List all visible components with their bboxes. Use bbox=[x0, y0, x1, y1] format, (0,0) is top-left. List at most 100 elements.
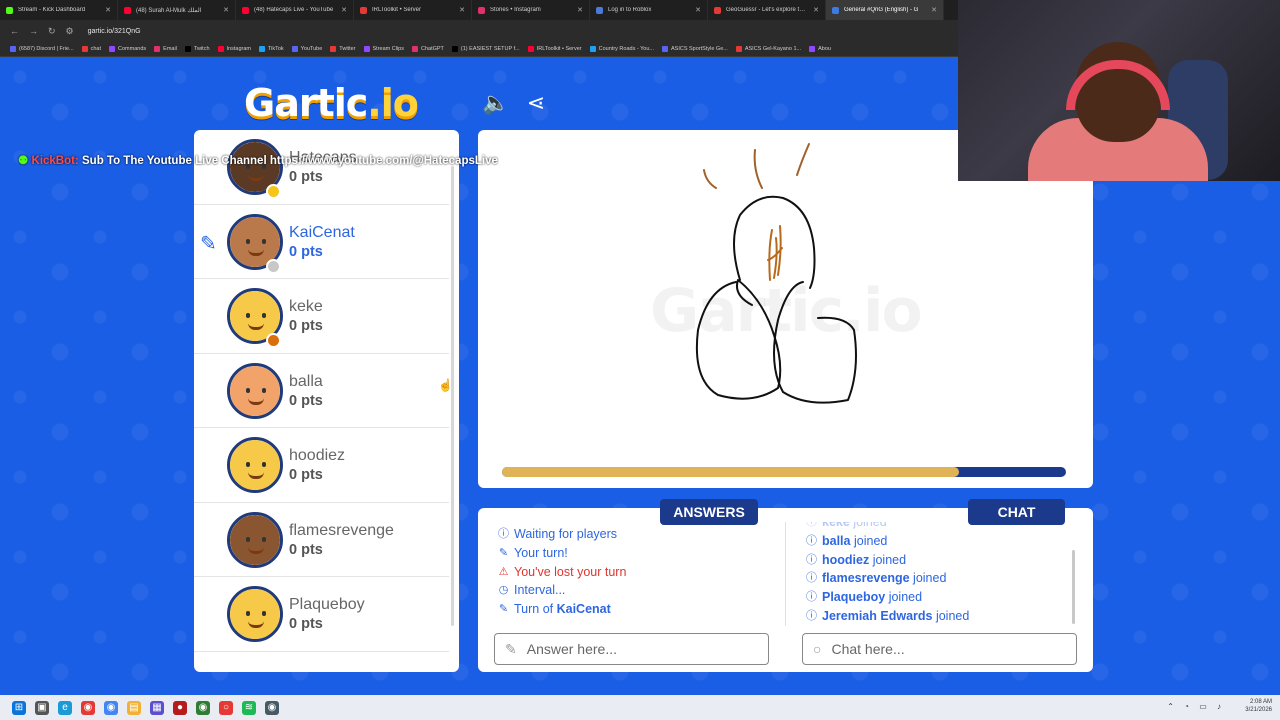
chat-player-name: keke bbox=[822, 522, 850, 529]
spotify-icon[interactable]: ≋ bbox=[242, 700, 256, 715]
player-row[interactable]: keke 0 pts bbox=[194, 279, 449, 354]
chat-join-text: joined bbox=[935, 608, 970, 623]
gartic-logo[interactable]: Gartic.io bbox=[244, 81, 419, 125]
player-row[interactable]: Hatecaps 0 pts bbox=[194, 130, 449, 205]
bookmark-item[interactable]: ASICS Gel-Kayano 1... bbox=[735, 46, 801, 52]
bookmark-item[interactable]: IRLToolkit • Server bbox=[527, 46, 582, 52]
answers-log-line: ✎ Turn of KaiCenat bbox=[498, 600, 626, 619]
drawing-stroke bbox=[703, 169, 717, 189]
player-points: 0 pts bbox=[289, 318, 323, 334]
folder-icon[interactable]: ▤ bbox=[127, 700, 141, 715]
avatar-eyes bbox=[246, 238, 266, 244]
bookmark-item[interactable]: chat bbox=[81, 46, 101, 52]
tab-close-icon[interactable]: ✕ bbox=[105, 6, 111, 14]
player-points: 0 pts bbox=[289, 243, 323, 260]
chat-join-text: joined bbox=[888, 590, 923, 605]
answers-log-text: You've lost your turn bbox=[514, 563, 626, 582]
browser-tab[interactable]: Stream - Kick Dashboard ✕ bbox=[0, 0, 118, 20]
bookmark-label: Twitter bbox=[339, 46, 356, 52]
task-view-icon[interactable]: ▣ bbox=[35, 700, 49, 715]
clock[interactable]: 2:08 AM 3/21/2026 bbox=[1245, 698, 1272, 714]
player-avatar bbox=[227, 586, 283, 642]
tab-close-icon[interactable]: ✕ bbox=[341, 6, 347, 14]
tab-close-icon[interactable]: ✕ bbox=[577, 6, 583, 14]
tab-close-icon[interactable]: ✕ bbox=[813, 6, 819, 14]
player-row[interactable]: ✎ KaiCenat 0 pts bbox=[194, 205, 449, 279]
avatar-eyes bbox=[246, 462, 266, 467]
bookmark-item[interactable]: ChatGPT bbox=[411, 46, 444, 52]
obs-icon[interactable]: ○ bbox=[219, 700, 233, 715]
chat-log-text: flamesrevenge joined bbox=[822, 569, 946, 588]
back-icon[interactable]: ← bbox=[10, 26, 19, 36]
bookmark-item[interactable]: Twitter bbox=[330, 46, 356, 52]
bookmark-item[interactable]: TikTok bbox=[258, 46, 284, 52]
bookmark-item[interactable]: YouTube bbox=[291, 46, 323, 52]
pencil-icon: ✎ bbox=[498, 546, 509, 559]
chrome-profile-icon[interactable]: ◉ bbox=[196, 700, 210, 715]
windows-start-icon[interactable]: ⊞ bbox=[12, 700, 26, 715]
tab-close-icon[interactable]: ✕ bbox=[459, 6, 465, 14]
chat-input[interactable]: ○ Chat here... bbox=[802, 633, 1077, 665]
bookmark-item[interactable]: ASICS SportStyle Ge... bbox=[661, 46, 728, 52]
browser-tab[interactable]: Log in to Roblox ✕ bbox=[590, 0, 708, 20]
answers-log-line: ◷ Interval... bbox=[498, 581, 626, 600]
bookmark-icon bbox=[184, 46, 191, 52]
player-row[interactable]: Plaqueboy 0 pts bbox=[194, 577, 449, 652]
browser-icon[interactable]: ◉ bbox=[104, 700, 118, 715]
bookmark-label: YouTube bbox=[300, 46, 323, 52]
tab-label: IRLToolkit • Server bbox=[372, 7, 422, 13]
tab-close-icon[interactable]: ✕ bbox=[695, 6, 701, 14]
drawing-stroke bbox=[753, 149, 763, 189]
bookmark-item[interactable]: Instagram bbox=[217, 46, 251, 52]
chrome-icon[interactable]: ◉ bbox=[81, 700, 95, 715]
bookmark-item[interactable]: (1) EASIEST SETUP f... bbox=[451, 46, 520, 52]
player-row[interactable]: flamesrevenge 0 pts bbox=[194, 503, 449, 577]
bookmark-item[interactable]: Commands bbox=[109, 46, 146, 52]
player-name: keke bbox=[289, 298, 323, 315]
browser-tab[interactable]: Stories • Instagram ✕ bbox=[472, 0, 590, 20]
system-tray-icons[interactable]: ⌃ ◔ ▭ ♪ bbox=[1167, 702, 1225, 711]
drawing-pencil-icon: ✎ bbox=[200, 232, 217, 255]
sound-icon[interactable]: 🔈 bbox=[482, 89, 510, 117]
answers-log-line: ✎ Your turn! bbox=[498, 544, 626, 563]
bookmark-item[interactable]: Twitch bbox=[184, 46, 210, 52]
player-row[interactable]: balla 0 pts bbox=[194, 354, 449, 428]
store-icon[interactable]: ▦ bbox=[150, 700, 164, 715]
player-row[interactable]: hoodiez 0 pts bbox=[194, 428, 449, 503]
forward-icon[interactable]: → bbox=[29, 26, 38, 36]
drawing-canvas[interactable]: Gartic.io bbox=[478, 130, 1093, 488]
chat-bubble-icon: ○ bbox=[813, 641, 822, 657]
bookmark-item[interactable]: Stream Clips bbox=[363, 46, 404, 52]
edge-icon[interactable]: e bbox=[58, 700, 72, 715]
players-scrollbar[interactable] bbox=[451, 166, 454, 626]
chat-scrollbar[interactable] bbox=[1072, 550, 1075, 624]
answers-log-text: Waiting for players bbox=[514, 525, 617, 544]
answers-log-line: ⓘ Waiting for players bbox=[498, 525, 626, 544]
answers-log-text: Interval... bbox=[514, 581, 565, 600]
browser-tab[interactable]: IRLToolkit • Server ✕ bbox=[354, 0, 472, 20]
bookmark-item[interactable]: Country Roads - You... bbox=[589, 46, 654, 52]
share-icon[interactable]: ⋖ bbox=[522, 89, 550, 117]
bookmark-item[interactable]: Abou bbox=[809, 46, 831, 52]
tab-close-icon[interactable]: ✕ bbox=[931, 6, 937, 14]
answer-input[interactable]: ✎ Answer here... bbox=[494, 633, 769, 665]
turn-timer-fill bbox=[502, 467, 959, 477]
kickbot-overlay: ⚉ KickBot: Sub To The Youtube Live Chann… bbox=[18, 155, 498, 167]
bookmark-icon bbox=[735, 46, 742, 52]
chat-log-line: ⓘ hoodiez joined bbox=[806, 551, 1066, 570]
reload-icon[interactable]: ↻ bbox=[48, 26, 56, 37]
bookmark-item[interactable]: (6587) Discord | Frie... bbox=[10, 46, 74, 52]
browser-tab[interactable]: GeoGuessr - Let's explore the w ✕ bbox=[708, 0, 826, 20]
player-name: hoodiez bbox=[289, 447, 346, 464]
bookmark-item[interactable]: Email bbox=[154, 46, 177, 52]
url-field[interactable]: gartic.io/321QnG bbox=[88, 28, 141, 35]
answers-log-text: Your turn! bbox=[514, 544, 568, 563]
browser-tab[interactable]: (48) Surah Al-Mulk الملك ✕ bbox=[118, 0, 236, 20]
tab-close-icon[interactable]: ✕ bbox=[223, 6, 229, 14]
player-avatar bbox=[227, 437, 283, 493]
browser-tab[interactable]: General #QnG (English) - G ✕ bbox=[826, 0, 944, 20]
chrome-alt-icon[interactable]: ◉ bbox=[265, 700, 279, 715]
browser-tab[interactable]: (48) Hatecaps Live - YouTube ✕ bbox=[236, 0, 354, 20]
site-info-icon[interactable]: ⚙ bbox=[66, 26, 74, 37]
app-icon[interactable]: ● bbox=[173, 700, 187, 715]
